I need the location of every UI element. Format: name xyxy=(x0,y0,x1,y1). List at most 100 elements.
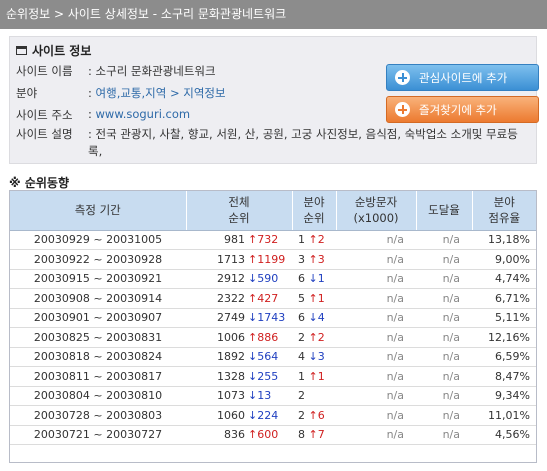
total-rank-change: ↓590 xyxy=(248,272,279,286)
ranking-table-wrapper: 측정 기간 전체 순위 분야 순위 순방문자 (x1000) 도달율 분야 점유… xyxy=(9,190,537,463)
cell-reach: n/a xyxy=(416,386,472,406)
total-rank-change: ↓224 xyxy=(248,408,279,422)
table-row: 20030811 ~ 20030817 1328 ↓255 1 ↑1 n/a n/a 8,4… xyxy=(10,366,536,387)
cell-category-rank: 2 xyxy=(292,386,336,406)
site-name-value: : 소구리 문화관광네트워크 xyxy=(88,64,216,78)
site-info-title: 사이트 정보 xyxy=(32,44,92,58)
cell-category-share: 9,34% xyxy=(472,386,536,406)
total-rank-change: ↓564 xyxy=(248,350,279,364)
cell-period: 20030908 ~ 20030914 xyxy=(10,288,186,309)
category-rank-value: 5 xyxy=(298,291,305,305)
cell-total-rank: 1006 ↑886 xyxy=(186,327,292,348)
category-rank-value: 6 xyxy=(298,272,305,286)
add-bookmark-button[interactable]: 즐겨찾기에 추가 xyxy=(386,96,539,123)
category-rank-change: ↑1 xyxy=(308,369,325,383)
total-rank-change: ↓1743 xyxy=(248,311,286,325)
cell-reach: n/a xyxy=(416,327,472,348)
cell-reach: n/a xyxy=(416,288,472,309)
cell-category-share: 8,47% xyxy=(472,366,536,387)
add-bookmark-label: 즐겨찾기에 추가 xyxy=(419,102,497,117)
col-header-period: 측정 기간 xyxy=(10,191,187,231)
category-rank-change: ↑3 xyxy=(308,252,325,266)
col-header-total-rank: 전체 순위 xyxy=(186,191,293,231)
cell-reach: n/a xyxy=(416,425,472,445)
site-name-row: 사이트 이름 : 소구리 문화관광네트워크 xyxy=(16,63,216,79)
cell-reach: n/a xyxy=(416,269,472,289)
category-rank-change: ↓1 xyxy=(308,272,325,286)
cell-period: 20030818 ~ 20030824 xyxy=(10,347,186,367)
cell-visitors: n/a xyxy=(336,366,416,387)
total-rank-change: ↑600 xyxy=(248,428,279,442)
cell-period: 20030825 ~ 20030831 xyxy=(10,327,186,348)
total-rank-value: 2912 xyxy=(217,272,245,286)
total-rank-change: ↑732 xyxy=(248,233,279,247)
site-description-label: 사이트 설명 xyxy=(16,127,73,141)
site-description-row: 사이트 설명 : 전국 관광지, 사찰, 향교, 서원, 산, 공원, 고궁 사… xyxy=(16,126,518,160)
total-rank-change: ↓255 xyxy=(248,369,279,383)
cell-reach: n/a xyxy=(416,405,472,426)
cell-category-rank: 3 ↑3 xyxy=(292,249,336,270)
cell-period: 20030721 ~ 20030727 xyxy=(10,425,186,445)
category-rank-change: ↑1 xyxy=(308,291,325,305)
cell-category-rank: 1 ↑1 xyxy=(292,366,336,387)
total-rank-value: 1073 xyxy=(217,389,245,403)
site-category-link[interactable]: 여행,교통,지역 > 지역정보 xyxy=(96,86,226,100)
col-header-reach: 도달율 xyxy=(416,191,473,231)
cell-total-rank: 1073 ↓13 xyxy=(186,386,292,406)
cell-period: 20030728 ~ 20030803 xyxy=(10,405,186,426)
total-rank-value: 1328 xyxy=(217,369,245,383)
cell-total-rank: 2749 ↓1743 xyxy=(186,308,292,328)
table-row: 20030728 ~ 20030803 1060 ↓224 2 ↑6 n/a n/a 11,… xyxy=(10,405,536,426)
category-rank-value: 1 xyxy=(298,233,305,247)
total-rank-change: ↑427 xyxy=(248,291,279,305)
total-rank-value: 836 xyxy=(224,428,245,442)
cell-total-rank: 981 ↑732 xyxy=(186,230,292,250)
cell-visitors: n/a xyxy=(336,327,416,348)
total-rank-change: ↑1199 xyxy=(248,252,286,266)
category-rank-value: 1 xyxy=(298,369,305,383)
cell-reach: n/a xyxy=(416,308,472,328)
col-header-category-rank: 분야 순위 xyxy=(292,191,337,231)
category-rank-value: 2 xyxy=(298,330,305,344)
col-header-category-share: 분야 점유율 xyxy=(472,191,536,231)
cell-visitors: n/a xyxy=(336,230,416,250)
site-address-link[interactable]: www.soguri.com xyxy=(96,107,191,121)
table-row: 20030818 ~ 20030824 1892 ↓564 4 ↓3 n/a n/a 6,5… xyxy=(10,347,536,367)
site-info-panel: 사이트 정보 사이트 이름 : 소구리 문화관광네트워크 분야 : 여행,교통,… xyxy=(9,36,539,164)
category-rank-change: ↑2 xyxy=(308,233,325,247)
add-favorite-site-button[interactable]: 관심사이트에 추가 xyxy=(386,64,539,91)
cell-category-share: 4,56% xyxy=(472,425,536,445)
cell-category-rank: 8 ↑7 xyxy=(292,425,336,445)
cell-reach: n/a xyxy=(416,366,472,387)
category-rank-value: 6 xyxy=(298,311,305,325)
breadcrumb: 순위정보 > 사이트 상세정보 - 소구리 문화관광네트워크 xyxy=(0,0,547,29)
cell-category-rank: 2 ↑6 xyxy=(292,405,336,426)
cell-visitors: n/a xyxy=(336,405,416,426)
cell-period: 20030811 ~ 20030817 xyxy=(10,366,186,387)
category-rank-change: ↑7 xyxy=(308,428,325,442)
cell-category-rank: 4 ↓3 xyxy=(292,347,336,367)
table-row: 20030825 ~ 20030831 1006 ↑886 2 ↑2 n/a n/a 12,… xyxy=(10,327,536,348)
cell-category-share: 11,01% xyxy=(472,405,536,426)
ranking-table-header: 측정 기간 전체 순위 분야 순위 순방문자 (x1000) 도달율 분야 점유… xyxy=(10,191,536,231)
ranking-title: ※ 순위동향 xyxy=(9,176,70,190)
cell-visitors: n/a xyxy=(336,308,416,328)
site-name-label: 사이트 이름 xyxy=(16,64,73,78)
cell-category-rank: 1 ↑2 xyxy=(292,230,336,250)
table-row: 20030804 ~ 20030810 1073 ↓13 2 n/a n/a 9,34% xyxy=(10,386,536,406)
cell-period: 20030929 ~ 20031005 xyxy=(10,230,186,250)
cell-total-rank: 1328 ↓255 xyxy=(186,366,292,387)
category-rank-change: ↓3 xyxy=(308,350,325,364)
cell-period: 20030901 ~ 20030907 xyxy=(10,308,186,328)
cell-total-rank: 836 ↑600 xyxy=(186,425,292,445)
site-description-value: : 전국 관광지, 사찰, 향교, 서원, 산, 공원, 고궁 사진정보, 음식… xyxy=(88,127,518,158)
table-row: 20030929 ~ 20031005 981 ↑732 1 ↑2 n/a n/a 13,1… xyxy=(10,230,536,250)
cell-visitors: n/a xyxy=(336,269,416,289)
site-info-header: 사이트 정보 xyxy=(16,42,91,59)
cell-visitors: n/a xyxy=(336,288,416,309)
cell-period: 20030922 ~ 20030928 xyxy=(10,249,186,270)
category-rank-change: ↓4 xyxy=(308,311,325,325)
category-rank-value: 2 xyxy=(298,389,305,403)
cell-total-rank: 1713 ↑1199 xyxy=(186,249,292,270)
cell-total-rank: 2912 ↓590 xyxy=(186,269,292,289)
